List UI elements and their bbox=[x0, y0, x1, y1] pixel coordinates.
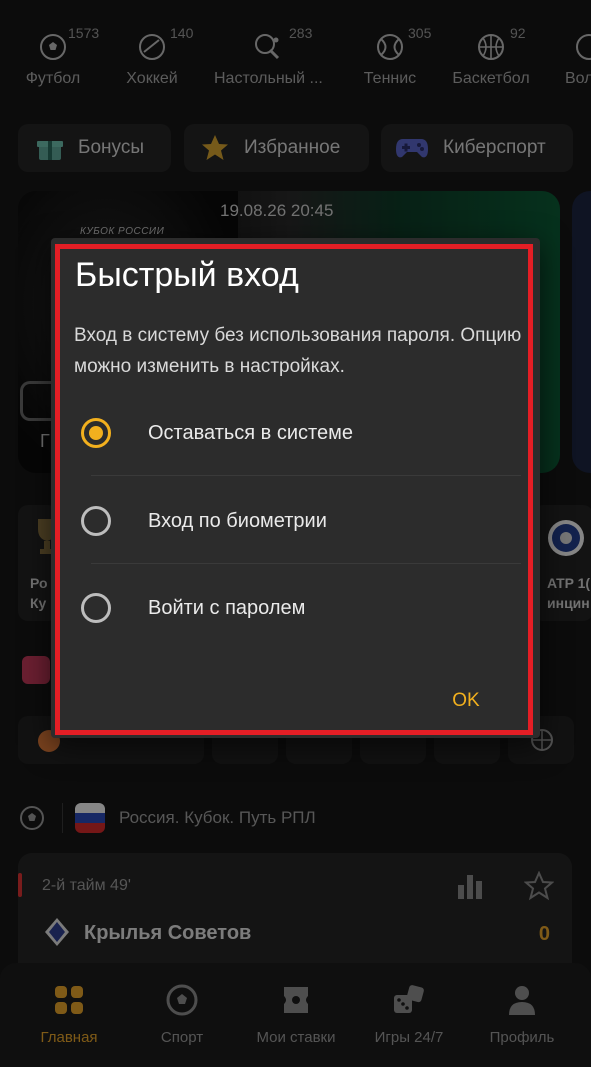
dialog-description: Вход в систему без использования пароля.… bbox=[74, 325, 522, 377]
divider bbox=[91, 475, 521, 476]
option-label: Оставаться в системе bbox=[148, 421, 353, 444]
option-biometric[interactable]: Вход по биометрии bbox=[81, 486, 521, 556]
divider bbox=[91, 563, 521, 564]
radio-selected-icon[interactable] bbox=[81, 418, 111, 448]
radio-icon[interactable] bbox=[81, 506, 111, 536]
option-password[interactable]: Войти с паролем bbox=[81, 573, 521, 643]
option-stay-signed-in[interactable]: Оставаться в системе bbox=[81, 398, 521, 468]
dialog-title: Быстрый вход bbox=[75, 256, 299, 294]
option-label: Вход по биометрии bbox=[148, 509, 327, 532]
ok-button[interactable]: OK bbox=[436, 686, 496, 716]
radio-icon[interactable] bbox=[81, 593, 111, 623]
option-label: Войти с паролем bbox=[148, 596, 306, 619]
quick-login-dialog: Быстрый вход Вход в систему без использо… bbox=[51, 238, 540, 738]
